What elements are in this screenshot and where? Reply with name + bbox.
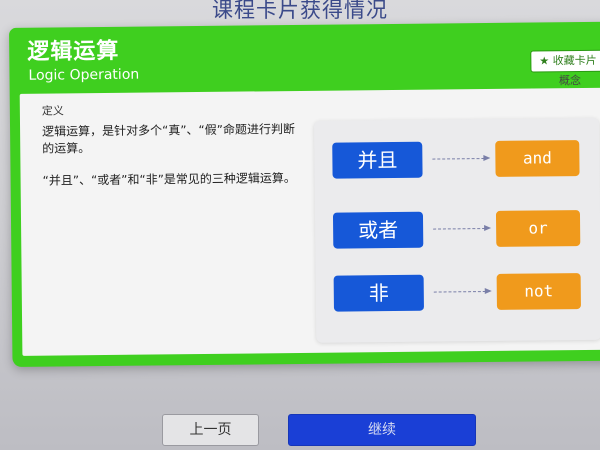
operation-chinese-label: 并且 <box>332 141 423 179</box>
concept-tag: 概念 <box>559 74 581 87</box>
operation-row-or: 或者 or <box>332 210 585 253</box>
continue-button[interactable]: 继续 <box>288 414 476 446</box>
operation-keyword-label: or <box>495 210 581 247</box>
operation-row-and: 并且 and <box>332 140 584 183</box>
card-title: 逻辑运算 <box>27 38 120 65</box>
favorite-card-button[interactable]: ★ 收藏卡片 <box>530 49 600 73</box>
operation-keyword-label: and <box>495 140 580 177</box>
operations-panel: 并且 and 或者 or 非 not <box>313 117 600 343</box>
card-body: 定义 逻辑运算，是针对多个“真”、“假”命题进行判断的运算。 “并且”、“或者”… <box>19 87 600 356</box>
definition-text-examples: “并且”、“或者”和“非”是常见的三种逻辑运算。 <box>42 171 296 188</box>
card-subtitle: Logic Operation <box>28 66 140 84</box>
page-title: 课程卡片获得情况 <box>212 0 388 22</box>
operation-keyword-label: not <box>496 273 581 310</box>
definition-text: 逻辑运算，是针对多个“真”、“假”命题进行判断的运算。 <box>42 122 296 156</box>
operation-chinese-label: 非 <box>333 274 424 312</box>
definition-label: 定义 <box>41 104 64 118</box>
operation-row-not: 非 not <box>333 273 586 316</box>
arrow-right-icon <box>432 158 485 160</box>
arrow-right-icon <box>433 291 486 293</box>
operation-chinese-label: 或者 <box>332 211 424 249</box>
knowledge-card-modal: 逻辑运算 Logic Operation ★ 收藏卡片 定义 逻辑运算，是针对多… <box>9 21 600 367</box>
previous-page-button[interactable]: 上一页 <box>162 414 259 446</box>
arrow-right-icon <box>433 228 486 230</box>
